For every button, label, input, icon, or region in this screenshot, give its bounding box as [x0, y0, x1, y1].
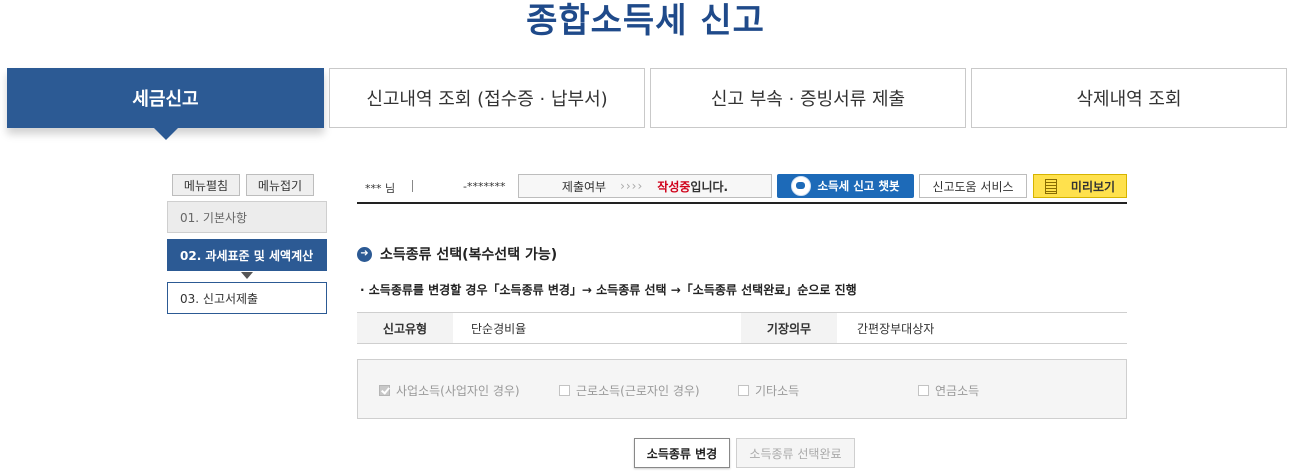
circle-arrow-right-icon: ➜ — [357, 246, 372, 262]
tab-supporting-documents[interactable]: 신고 부속 · 증빙서류 제출 — [650, 68, 966, 128]
sidebar-step-basic-info[interactable]: 01. 기본사항 — [167, 201, 327, 233]
menu-expand-button[interactable]: 메뉴펼침 — [172, 174, 240, 196]
complete-income-type-button[interactable]: 소득종류 선택완료 — [736, 438, 855, 468]
bookkeeping-duty-header: 기장의무 — [741, 313, 837, 343]
user-id-masked: -******* — [463, 180, 506, 193]
status-arrows-icon: ›››› — [620, 179, 644, 193]
income-type-label: 근로소득(근로자인 경우) — [576, 384, 700, 398]
preview-label: 미리보기 — [1070, 179, 1116, 194]
instruction-note: · 소득종류를 변경할 경우「소득종류 변경」→ 소득종류 선택 →「소득종류 … — [360, 283, 857, 297]
sidebar-step-tax-calculation[interactable]: 02. 과세표준 및 세액계산 — [167, 239, 327, 271]
income-type-selection: 사업소득(사업자인 경우) 근로소득(근로자인 경우) 기타소득 연금소득 — [357, 359, 1127, 419]
section-title-text: 소득종류 선택(복수선택 가능) — [380, 247, 558, 263]
document-icon — [1044, 178, 1057, 194]
submission-status-box: 제출여부 ›››› 작성중 입니다. — [518, 174, 772, 198]
filing-type-value: 단순경비율 — [471, 321, 527, 336]
income-type-earned[interactable]: 근로소득(근로자인 경우) — [559, 382, 700, 399]
filing-type-header: 신고유형 — [357, 313, 453, 343]
tab-filing-history[interactable]: 신고내역 조회 (접수증 · 납부서) — [329, 68, 645, 128]
help-service-button[interactable]: 신고도움 서비스 — [919, 174, 1027, 198]
status-suffix: 입니다. — [690, 179, 729, 194]
section-title: ➜ 소득종류 선택(복수선택 가능) — [357, 244, 557, 264]
income-type-other[interactable]: 기타소득 — [738, 382, 799, 399]
status-value: 작성중 — [657, 179, 691, 194]
header-divider — [412, 180, 413, 192]
tab-tax-filing[interactable]: 세금신고 — [7, 68, 324, 128]
income-type-label: 연금소득 — [935, 384, 980, 398]
income-type-pension[interactable]: 연금소득 — [918, 382, 979, 399]
preview-button[interactable]: 미리보기 — [1033, 174, 1127, 198]
active-tab-pointer — [154, 128, 178, 140]
income-type-business[interactable]: 사업소득(사업자인 경우) — [379, 382, 520, 399]
income-type-label: 사업소득(사업자인 경우) — [396, 384, 520, 398]
chatbot-label: 소득세 신고 챗봇 — [817, 179, 900, 193]
checkbox-checked-icon[interactable] — [379, 385, 390, 396]
chatbot-icon — [791, 176, 812, 196]
income-type-label: 기타소득 — [755, 384, 800, 398]
header-rule — [357, 202, 1127, 204]
step-arrow-down-icon — [241, 272, 253, 279]
user-name: *** 님 — [365, 182, 396, 195]
status-label: 제출여부 — [561, 179, 607, 194]
chatbot-button[interactable]: 소득세 신고 챗봇 — [777, 174, 914, 198]
menu-collapse-button[interactable]: 메뉴접기 — [246, 174, 314, 196]
filing-info-table: 신고유형 단순경비율 기장의무 간편장부대상자 — [357, 312, 1127, 344]
checkbox-icon[interactable] — [738, 385, 749, 396]
checkbox-icon[interactable] — [559, 385, 570, 396]
bookkeeping-duty-value: 간편장부대상자 — [857, 321, 935, 336]
change-income-type-button[interactable]: 소득종류 변경 — [634, 438, 730, 468]
tab-deleted-history[interactable]: 삭제내역 조회 — [971, 68, 1287, 128]
checkbox-icon[interactable] — [918, 385, 929, 396]
sidebar-step-submit[interactable]: 03. 신고서제출 — [167, 282, 327, 314]
page-title: 종합소득세 신고 — [526, 1, 765, 41]
